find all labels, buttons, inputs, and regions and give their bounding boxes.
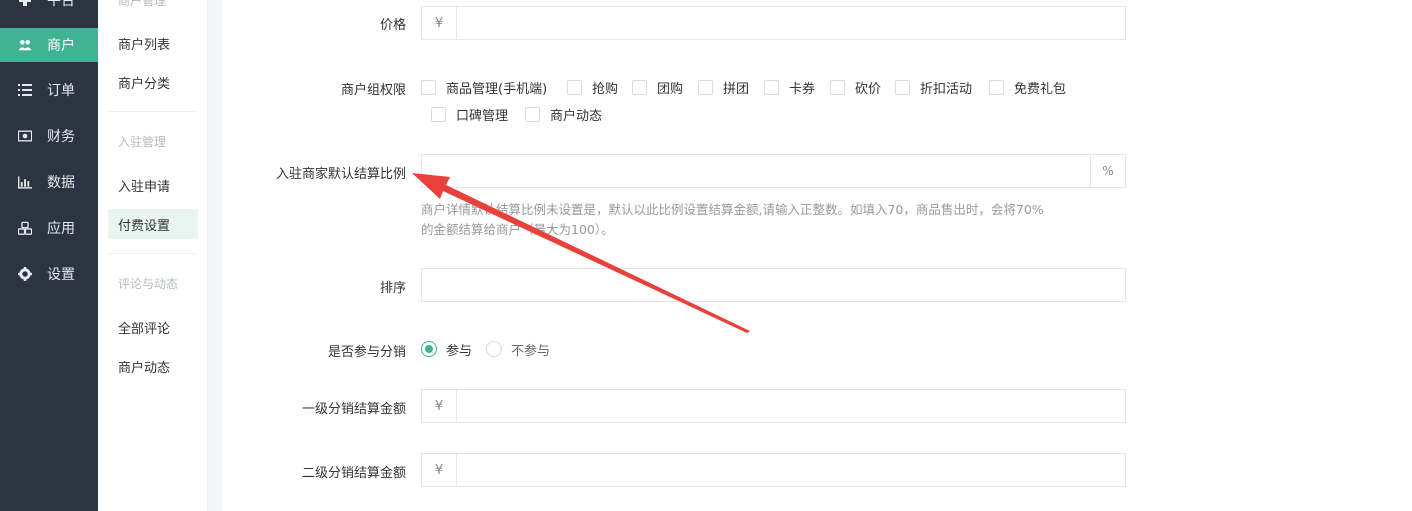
checkbox-box [431, 106, 446, 122]
money-icon [18, 129, 32, 143]
nav-item-apps[interactable]: 应用 [0, 211, 98, 245]
checkbox-box [989, 79, 1004, 95]
subnav-group-merchant: 商户管理 [118, 0, 167, 8]
perm-label: 卡券 [789, 81, 816, 97]
perm-label: 团购 [657, 81, 684, 97]
radio-dot [421, 341, 437, 357]
sub-nav: 商户管理 商户列表 商户分类 入驻管理 入驻申请 付费设置 评论与动态 全部评论… [98, 0, 208, 511]
checkbox-box [698, 79, 713, 95]
permissions-label: 商户组权限 [340, 83, 406, 98]
subnav-item-merchant-list[interactable]: 商户列表 [108, 28, 198, 58]
nav-item-merchant[interactable]: 商户 [0, 28, 98, 62]
ratio-input[interactable]: % [421, 154, 1126, 188]
percent-suffix: % [1090, 155, 1125, 187]
yuan-prefix: ¥ [422, 7, 457, 39]
price-input[interactable]: ¥ [421, 6, 1126, 40]
sort-label: 排序 [379, 281, 406, 296]
bar-chart-icon [18, 175, 32, 189]
radio-participate[interactable]: 参与 [421, 340, 473, 359]
subnav-divider [108, 111, 196, 112]
subnav-item-fee-settings[interactable]: 付费设置 [108, 209, 198, 239]
perm-checkbox[interactable]: 口碑管理 [431, 105, 509, 124]
price-label: 价格 [379, 18, 406, 33]
ratio-help: 商户详情默认结算比例未设置是，默认以此比例设置结算金额,请输入正整数。如填入70… [421, 200, 1121, 240]
perm-label: 拼团 [723, 81, 750, 97]
nav-item-platform[interactable]: 平台 [0, 0, 98, 17]
perm-label: 商品管理(手机端) [446, 81, 548, 97]
ratio-help-line: 商户详情默认结算比例未设置是，默认以此比例设置结算金额,请输入正整数。如填入70… [421, 202, 1044, 217]
subnav-item-merchant-category[interactable]: 商户分类 [108, 67, 198, 97]
ratio-help-line: 的金额结算给商户（最大为100）。 [421, 222, 614, 237]
users-icon [18, 38, 32, 52]
radio-dot [486, 341, 502, 357]
perm-checkbox[interactable]: 免费礼包 [989, 78, 1067, 97]
nav-label: 平台 [47, 0, 75, 9]
nav-item-finance[interactable]: 财务 [0, 119, 98, 153]
nav-label: 应用 [47, 221, 75, 237]
nav-label: 设置 [47, 267, 75, 283]
level1-input[interactable]: ¥ [421, 389, 1126, 423]
nav-label: 财务 [47, 129, 75, 145]
radio-label: 参与 [446, 343, 473, 359]
perm-checkbox[interactable]: 折扣活动 [895, 78, 973, 97]
list-icon [18, 83, 32, 97]
nav-label: 订单 [47, 83, 75, 99]
subnav-group-settle: 入驻管理 [118, 135, 167, 149]
nav-item-settings[interactable]: 设置 [0, 257, 98, 291]
subnav-divider [108, 253, 196, 254]
subnav-item-all-reviews[interactable]: 全部评论 [108, 312, 198, 342]
ratio-label: 入驻商家默认结算比例 [275, 167, 406, 182]
cubes-icon [18, 221, 32, 235]
perm-label: 商户动态 [550, 108, 603, 124]
checkbox-box [764, 79, 779, 95]
perm-checkbox[interactable]: 砍价 [830, 78, 882, 97]
subnav-item-merchant-feed[interactable]: 商户动态 [108, 351, 198, 381]
perm-checkbox[interactable]: 团购 [632, 78, 684, 97]
sort-input[interactable] [421, 268, 1126, 302]
perm-label: 砍价 [855, 81, 882, 97]
annotation-arrow-shape [412, 173, 750, 333]
perm-checkbox[interactable]: 卡券 [764, 78, 816, 97]
radio-label: 不参与 [511, 343, 551, 359]
nav-label: 数据 [47, 175, 75, 191]
yuan-prefix: ¥ [422, 454, 457, 486]
checkbox-box [567, 79, 582, 95]
checkbox-box [525, 106, 540, 122]
perm-checkbox[interactable]: 商户动态 [525, 105, 603, 124]
main-nav: 平台 商户 订单 财务 数据 应用 设置 [0, 0, 98, 511]
subnav-item-settle-apply[interactable]: 入驻申请 [108, 170, 198, 200]
checkbox-box [421, 79, 436, 95]
distribution-label: 是否参与分销 [327, 345, 406, 360]
perm-checkbox[interactable]: 商品管理(手机端) [421, 78, 548, 97]
perm-label: 免费礼包 [1014, 81, 1067, 97]
perm-label: 口碑管理 [456, 108, 509, 124]
perm-label: 抢购 [592, 81, 619, 97]
perm-checkbox[interactable]: 抢购 [567, 78, 619, 97]
perm-checkbox[interactable]: 拼团 [698, 78, 750, 97]
checkbox-box [895, 79, 910, 95]
gear-icon [18, 267, 32, 281]
nav-label: 商户 [47, 38, 75, 54]
subnav-group-review: 评论与动态 [118, 277, 179, 291]
radio-not-participate[interactable]: 不参与 [486, 340, 551, 359]
app-root: 平台 商户 订单 财务 数据 应用 设置 商户管理 商户列表 商户分类 入驻管理… [0, 0, 1412, 511]
nav-item-orders[interactable]: 订单 [0, 73, 98, 107]
level1-label: 一级分销结算金额 [301, 402, 406, 417]
nav-item-data[interactable]: 数据 [0, 165, 98, 199]
level2-input[interactable]: ¥ [421, 453, 1126, 487]
perm-label: 折扣活动 [920, 81, 973, 97]
yuan-prefix: ¥ [422, 390, 457, 422]
plus-icon [18, 0, 32, 7]
level2-label: 二级分销结算金额 [301, 466, 406, 481]
checkbox-box [830, 79, 845, 95]
gutter [208, 0, 222, 511]
checkbox-box [632, 79, 647, 95]
